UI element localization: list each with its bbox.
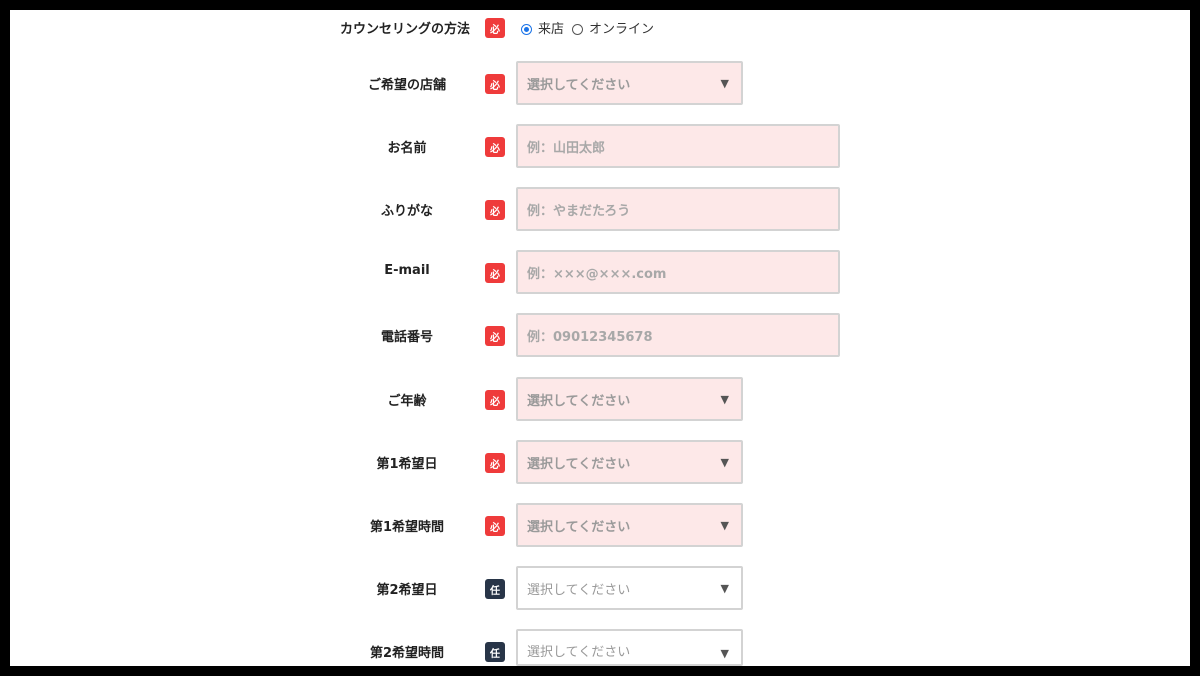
row-date2: 第2希望日 任 選択してください ▼ [10,566,1190,612]
date1-label: 第1希望日 [376,457,438,472]
required-badge: 必 [485,453,505,473]
reservation-form: カウンセリングの方法 必 来店 オンライン ご希望の店舗 必 選択してください … [10,10,1190,666]
date1-select[interactable]: 選択してください ▼ [516,440,743,484]
required-badge: 必 [485,74,505,94]
time2-select[interactable]: 選択してください ▼ [516,629,743,666]
store-select-value: 選択してください [527,77,631,93]
phone-input-placeholder: 例：09012345678 [527,329,653,345]
time2-select-value: 選択してください [527,645,631,660]
optional-badge: 任 [485,579,505,599]
row-kana: ふりがな 必 例：やまだたろう [10,187,1190,233]
name-input[interactable]: 例：山田太郎 [516,124,840,168]
radio-online[interactable] [572,24,584,35]
radio-online-label[interactable]: オンライン [589,18,654,37]
caret-down-icon: ▼ [720,393,729,406]
required-badge: 必 [485,200,505,220]
date2-select-value: 選択してください [527,582,631,598]
required-badge: 必 [485,516,505,536]
kana-input-placeholder: 例：やまだたろう [527,203,631,219]
caret-down-icon: ▼ [720,582,729,595]
row-time1: 第1希望時間 必 選択してください ▼ [10,503,1190,549]
row-date1: 第1希望日 必 選択してください ▼ [10,440,1190,486]
required-badge: 必 [485,390,505,410]
row-age: ご年齢 必 選択してください ▼ [10,377,1190,423]
method-label: カウンセリングの方法 [339,22,470,37]
age-label: ご年齢 [387,394,427,409]
row-method: カウンセリングの方法 必 来店 オンライン [10,18,1190,64]
email-input[interactable]: 例：×××@×××.com [516,250,840,294]
phone-label: 電話番号 [380,330,433,345]
row-phone: 電話番号 必 例：09012345678 [10,313,1190,359]
method-radio-group: 来店 オンライン [521,18,662,37]
store-label: ご希望の店舗 [367,78,446,93]
required-badge: 必 [485,18,505,38]
caret-down-icon: ▼ [720,77,729,90]
row-email: E-mail 必 例：×××@×××.com [10,250,1190,296]
required-badge: 必 [485,326,505,346]
required-badge: 必 [485,137,505,157]
phone-input[interactable]: 例：09012345678 [516,313,840,357]
date1-select-value: 選択してください [527,456,631,472]
kana-label: ふりがな [380,204,433,219]
caret-down-icon: ▼ [720,456,729,469]
date2-select[interactable]: 選択してください ▼ [516,566,743,610]
store-select[interactable]: 選択してください ▼ [516,61,743,105]
name-input-placeholder: 例：山田太郎 [527,140,606,156]
time2-label: 第2希望時間 [369,646,445,661]
radio-visit[interactable] [521,24,532,35]
caret-down-icon: ▼ [720,647,729,660]
age-select-value: 選択してください [527,393,631,409]
row-store: ご希望の店舗 必 選択してください ▼ [10,61,1190,107]
optional-badge: 任 [485,642,505,662]
caret-down-icon: ▼ [720,519,729,532]
time1-select[interactable]: 選択してください ▼ [516,503,743,547]
email-label: E-mail [384,263,430,278]
radio-visit-label[interactable]: 来店 [538,18,564,37]
time1-select-value: 選択してください [527,519,631,535]
date2-label: 第2希望日 [376,583,438,598]
time1-label: 第1希望時間 [369,520,445,535]
age-select[interactable]: 選択してください ▼ [516,377,743,421]
row-time2: 第2希望時間 任 選択してください ▼ [10,629,1190,666]
kana-input[interactable]: 例：やまだたろう [516,187,840,231]
required-badge: 必 [485,263,505,283]
row-name: お名前 必 例：山田太郎 [10,124,1190,170]
name-label: お名前 [387,141,427,156]
email-input-placeholder: 例：×××@×××.com [527,266,667,282]
